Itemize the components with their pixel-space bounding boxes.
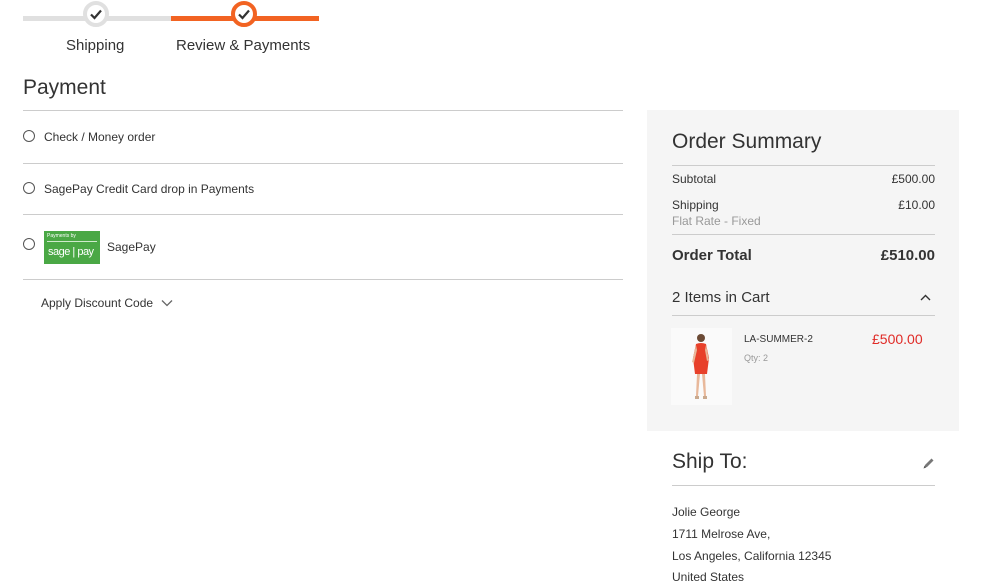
shipping-value: £10.00 <box>898 198 935 212</box>
step-shipping-label[interactable]: Shipping <box>66 37 124 54</box>
ship-to-street: 1711 Melrose Ave, <box>672 527 771 541</box>
cart-item-name: LA-SUMMER-2 <box>744 334 813 345</box>
order-total-label: Order Total <box>672 247 752 264</box>
payment-radio-sagepay-dropin[interactable] <box>23 181 35 194</box>
order-total-row: Order Total £510.00 <box>672 247 935 264</box>
payment-radio-checkmo[interactable] <box>23 129 35 142</box>
sagepay-logo-divider <box>47 240 97 242</box>
shipping-label: Shipping <box>672 198 719 212</box>
step-review-payments-label: Review & Payments <box>176 37 311 54</box>
step-review-check-icon <box>231 1 257 27</box>
payment-method-checkmo[interactable]: Check / Money order <box>23 111 623 164</box>
payment-methods-list: Check / Money order SagePay Credit Card … <box>23 110 623 280</box>
payment-method-sagepay[interactable]: Payments by sage | pay SagePay <box>23 215 623 280</box>
order-total-value: £510.00 <box>880 247 935 264</box>
sagepay-logo-caption: Payments by <box>47 232 76 239</box>
ship-to-country: United States <box>672 570 745 584</box>
subtotal-row: Subtotal £500.00 <box>672 172 935 186</box>
payment-method-sagepay-dropin[interactable]: SagePay Credit Card drop in Payments <box>23 164 623 215</box>
apply-discount-toggle[interactable]: Apply Discount Code <box>41 296 173 310</box>
checkout-progress-bar: Shipping Review & Payments <box>23 0 323 60</box>
shipping-method: Flat Rate - Fixed <box>672 214 761 228</box>
items-in-cart-toggle[interactable]: 2 Items in Cart <box>672 289 935 306</box>
chevron-up-icon[interactable] <box>920 294 931 301</box>
step-shipping-check-icon[interactable] <box>83 1 109 27</box>
cart-item-qty: Qty: 2 <box>744 353 769 363</box>
red-dress-thumbnail-image <box>671 328 732 405</box>
payment-method-label[interactable]: SagePay Credit Card drop in Payments <box>44 182 254 196</box>
chevron-down-icon <box>161 300 173 307</box>
divider <box>672 485 935 486</box>
payment-method-label[interactable]: SagePay <box>107 240 156 254</box>
cart-item-price: £500.00 <box>872 331 923 347</box>
ship-to-panel: Ship To: Jolie George 1711 Melrose Ave, … <box>647 431 959 587</box>
payment-title: Payment <box>23 76 106 99</box>
sagepay-logo-brand: sage | pay <box>48 245 94 258</box>
subtotal-value: £500.00 <box>891 172 935 186</box>
ship-to-title: Ship To: <box>672 450 748 473</box>
order-summary-title: Order Summary <box>672 130 822 153</box>
shipping-row: Shipping £10.00 <box>672 198 935 212</box>
divider <box>672 315 935 316</box>
ship-to-name: Jolie George <box>672 505 741 519</box>
order-summary-panel: Order Summary Subtotal £500.00 Shipping … <box>647 110 959 431</box>
payment-radio-sagepay[interactable] <box>23 238 35 250</box>
divider <box>672 234 935 235</box>
product-thumbnail <box>671 328 732 405</box>
ship-to-city-line: Los Angeles, California 12345 <box>672 549 832 563</box>
subtotal-label: Subtotal <box>672 172 717 186</box>
divider <box>672 165 935 166</box>
apply-discount-label[interactable]: Apply Discount Code <box>41 296 153 310</box>
pencil-edit-icon[interactable] <box>922 457 935 470</box>
sagepay-logo: Payments by sage | pay <box>44 230 100 264</box>
payment-method-label[interactable]: Check / Money order <box>44 130 155 144</box>
items-in-cart-label[interactable]: 2 Items in Cart <box>672 289 770 306</box>
